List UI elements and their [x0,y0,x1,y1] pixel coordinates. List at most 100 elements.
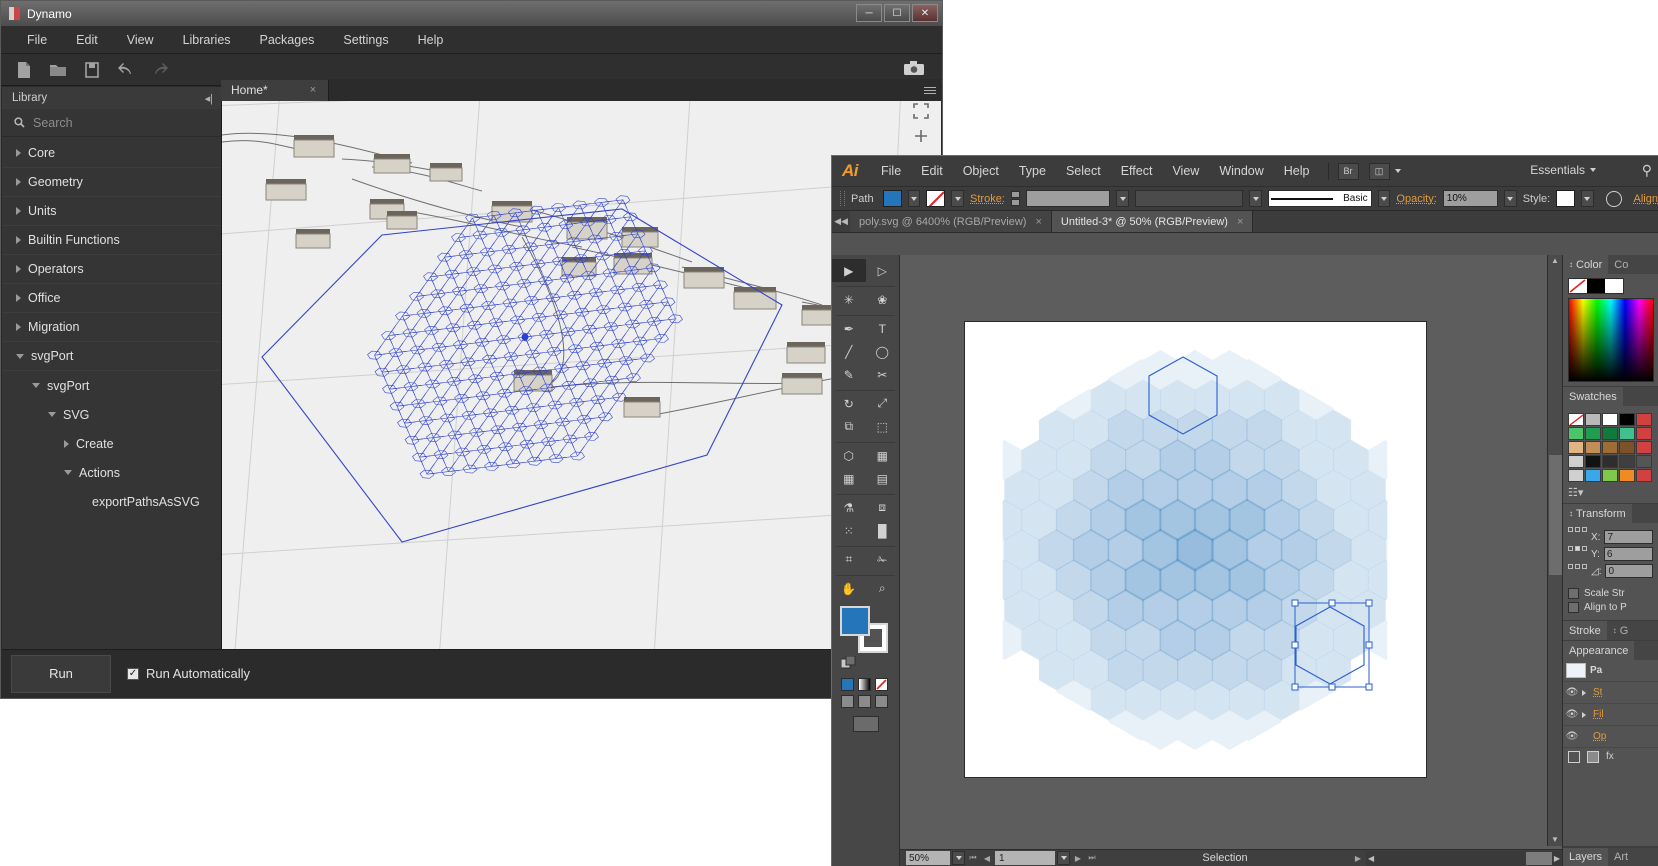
menu-settings[interactable]: Settings [331,29,400,51]
run-button[interactable]: Run [11,654,111,693]
scissors-tool-icon[interactable]: ✂ [866,363,900,386]
free-transform-tool-icon[interactable]: ⬚ [866,415,900,438]
ai-menu-type[interactable]: Type [1010,160,1055,182]
undo-icon[interactable] [117,61,135,79]
stroke-weight-stepper[interactable] [1010,191,1020,206]
ai-menu-select[interactable]: Select [1057,160,1110,182]
save-icon[interactable] [83,61,101,79]
menu-libraries[interactable]: Libraries [171,29,243,51]
close-icon[interactable]: × [310,84,316,96]
swatch[interactable] [1568,441,1584,454]
opacity-input[interactable]: 10% [1442,190,1498,207]
chevron-right-icon[interactable] [16,265,21,273]
swatch[interactable] [1602,413,1618,426]
swatch[interactable] [1568,427,1584,440]
camera-icon[interactable] [904,61,924,76]
color-ramp[interactable] [1568,298,1654,382]
collapse-panel-icon[interactable]: ◂| [205,92,213,105]
align-pixel-checkbox[interactable] [1568,602,1579,613]
eyedropper-tool-icon[interactable]: ⚗ [832,496,866,519]
brush-definition-field[interactable]: Basic [1268,190,1372,207]
redo-icon[interactable] [151,61,169,79]
none-swatch[interactable] [1569,279,1587,293]
lasso-tool-icon[interactable]: ❀ [866,288,900,311]
appearance-row-fill[interactable]: 👁 Fil [1563,704,1658,726]
swatch-libraries-icon[interactable]: ☷▾ [1568,486,1653,499]
status-menu-icon[interactable]: ▶ [1352,851,1364,865]
column-graph-tool-icon[interactable]: █ [866,519,900,542]
next-artboard-button[interactable]: ▶ [1072,851,1084,865]
artboard-dropdown[interactable] [1057,851,1070,865]
drag-handle[interactable] [840,191,845,206]
swatch[interactable] [1619,427,1635,440]
swatch[interactable] [1636,427,1652,440]
visibility-eye-icon[interactable]: 👁 [1566,731,1579,743]
rotate-tool-icon[interactable]: ↻ [832,392,866,415]
minimize-button[interactable]: ─ [856,4,882,22]
menu-packages[interactable]: Packages [248,29,327,51]
fill-swatch[interactable] [882,190,902,207]
fill-indicator[interactable] [840,606,870,636]
library-item-units[interactable]: Units [2,197,221,226]
fit-to-screen-icon[interactable] [913,103,929,119]
color-swatch-bar[interactable] [1568,278,1624,294]
swatch[interactable] [1636,455,1652,468]
opacity-label[interactable]: Opacity: [1396,193,1436,205]
swatch[interactable] [1636,441,1652,454]
tab-transform[interactable]: ↕ Transform [1563,504,1632,523]
swatch[interactable] [1619,455,1635,468]
menu-view[interactable]: View [115,29,166,51]
tab-swatches[interactable]: Swatches [1563,387,1623,406]
add-fill-icon[interactable] [1587,751,1599,763]
draw-normal-icon[interactable] [841,695,854,708]
search-icon[interactable]: ⚲ [1642,162,1652,179]
swatches-grid[interactable] [1568,413,1653,482]
blend-tool-icon[interactable]: ⧈ [866,496,900,519]
ai-menu-effect[interactable]: Effect [1112,160,1162,182]
chevron-right-icon[interactable] [16,323,21,331]
stroke-weight-dropdown[interactable] [1116,190,1130,207]
library-item-geometry[interactable]: Geometry [2,168,221,197]
chevron-right-icon[interactable] [16,294,21,302]
arrange-documents-icon[interactable]: ◫ [1368,162,1390,180]
chevron-down-icon[interactable] [32,383,40,388]
swatch[interactable] [1602,469,1618,482]
default-fill-stroke-icon[interactable] [840,655,899,675]
scale-strokes-checkbox[interactable] [1568,588,1579,599]
document-tab-untitled3[interactable]: Untitled-3* @ 50% (RGB/Preview) × [1051,211,1254,232]
swatch[interactable] [1602,441,1618,454]
scale-tool-icon[interactable]: ⤢ [866,392,900,415]
symbol-sprayer-tool-icon[interactable]: ⁙ [832,519,866,542]
swatch-none[interactable] [1568,413,1584,426]
selection-tool-icon[interactable]: ▶ [832,259,866,282]
tab-stroke[interactable]: Stroke [1563,621,1607,640]
gradient-mode-icon[interactable] [858,678,871,691]
horizontal-scrollbar[interactable]: ◀ ▶ [1366,850,1562,866]
swatch-folder[interactable] [1568,469,1584,482]
chevron-right-icon[interactable] [16,178,21,186]
none-mode-icon[interactable] [876,679,887,690]
menu-help[interactable]: Help [406,29,456,51]
tab-gradient[interactable]: ↕ G [1606,621,1635,640]
fill-dropdown[interactable] [907,190,921,207]
line-segment-tool-icon[interactable]: ╱ [832,340,866,363]
menu-edit[interactable]: Edit [64,29,110,51]
workspace-switcher[interactable]: Essentials [1530,163,1596,177]
zoom-level-input[interactable]: 50% [906,851,950,865]
library-item-svgport[interactable]: svgPort [2,342,221,371]
chevron-right-icon[interactable] [1582,689,1589,696]
align-pixel-row[interactable]: Align to P [1568,602,1653,613]
new-file-icon[interactable] [15,61,33,79]
swatch-folder[interactable] [1568,455,1584,468]
close-button[interactable]: ✕ [912,4,938,22]
brush-dropdown[interactable] [1377,190,1391,207]
ai-menu-object[interactable]: Object [954,160,1008,182]
add-effect-icon[interactable]: fx [1606,751,1614,763]
draw-inside-icon[interactable] [875,695,888,708]
chevron-down-icon[interactable] [64,470,72,475]
vertical-scrollbar[interactable]: ▲ ▼ [1547,255,1562,846]
last-artboard-button[interactable]: ⏭ [1086,851,1098,865]
library-item-operators[interactable]: Operators [2,255,221,284]
chevron-right-icon[interactable] [1582,711,1589,718]
stroke-profile-dropdown[interactable] [1249,190,1263,207]
